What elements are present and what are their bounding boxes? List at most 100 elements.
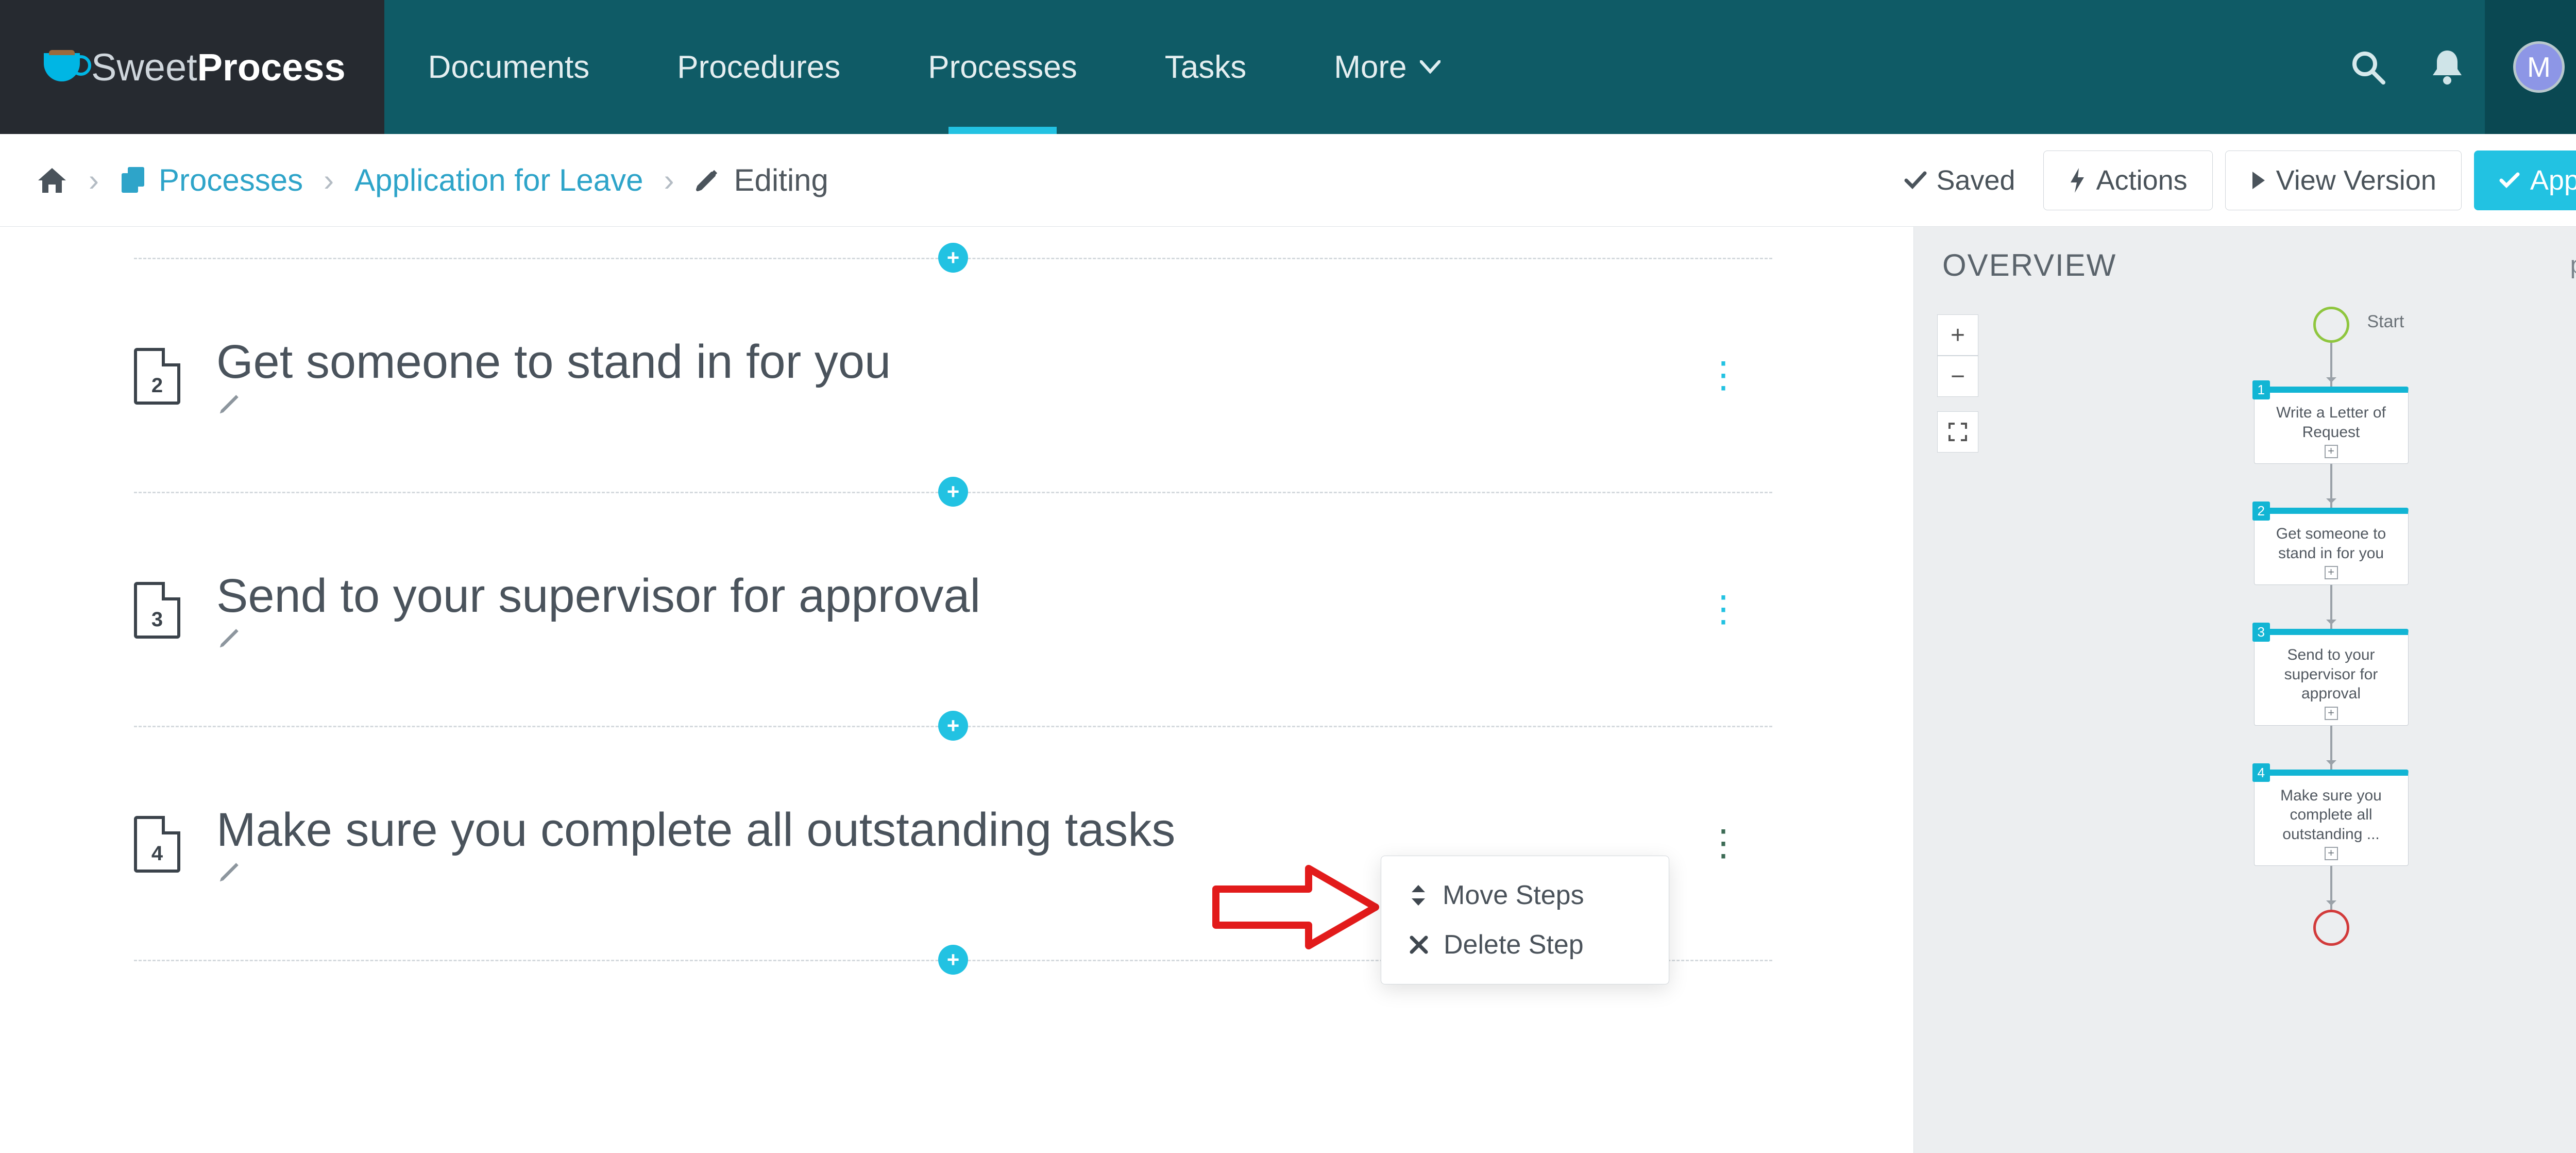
nav-documents[interactable]: Documents: [384, 0, 634, 134]
zoom-out-button[interactable]: −: [1937, 356, 1978, 397]
annotation-arrow: [1211, 861, 1381, 954]
step-title: Make sure you complete all outstanding t…: [216, 803, 1191, 885]
add-step-divider[interactable]: +: [134, 227, 1772, 289]
flow-node-num: 1: [2252, 380, 2270, 399]
flow-start-label: Start: [2367, 312, 2404, 332]
bolt-icon: [2069, 167, 2086, 194]
step-number-icon: 2: [134, 348, 180, 405]
nav-tasks[interactable]: Tasks: [1121, 0, 1290, 134]
breadcrumb: › Processes › Application for Leave › Ed…: [36, 162, 828, 198]
overview-flowchart[interactable]: Start 1 Write a Letter of Request + 2 Ge…: [2254, 307, 2409, 946]
flow-end: [2313, 910, 2349, 946]
menu-delete-step[interactable]: Delete Step: [1381, 920, 1669, 970]
step-title: Get someone to stand in for you: [216, 335, 906, 417]
fullscreen-button[interactable]: [1937, 411, 1978, 453]
move-icon: [1410, 884, 1427, 907]
flow-connector: [2330, 585, 2332, 629]
step-context-menu: Move Steps Delete Step: [1381, 856, 1669, 984]
expand-node-icon[interactable]: +: [2325, 847, 2338, 860]
flow-connector: [2330, 464, 2332, 508]
approve-button[interactable]: Approve: [2474, 151, 2576, 210]
breadcrumb-sep: ›: [324, 162, 334, 198]
plus-icon: +: [938, 477, 968, 507]
step-kebab-menu[interactable]: ⋮: [1705, 354, 1741, 396]
expand-node-icon[interactable]: +: [2325, 707, 2338, 720]
plus-icon: +: [938, 945, 968, 975]
expand-node-icon[interactable]: +: [2325, 566, 2338, 579]
nav-label: Processes: [928, 49, 1077, 86]
add-step-divider[interactable]: +: [134, 461, 1772, 523]
breadcrumb-document[interactable]: Application for Leave: [354, 162, 643, 198]
step-kebab-menu[interactable]: ⋮: [1705, 588, 1741, 630]
main: + 2 Get someone to stand in for you ⋮ + …: [0, 227, 2576, 1153]
logo-text-light: Sweet: [91, 46, 197, 89]
pencil-icon[interactable]: [216, 389, 906, 417]
step-kebab-menu[interactable]: ⋮: [1705, 822, 1741, 864]
plus-icon: +: [938, 711, 968, 741]
button-label: Actions: [2096, 164, 2188, 196]
flow-connector: [2330, 866, 2332, 910]
step-row[interactable]: 2 Get someone to stand in for you ⋮: [134, 289, 1772, 461]
zoom-in-button[interactable]: +: [1937, 314, 1978, 356]
user-menu[interactable]: M Meera: [2485, 0, 2576, 134]
pencil-icon[interactable]: [216, 623, 996, 651]
top-nav: SweetProcess Documents Procedures Proces…: [0, 0, 2576, 134]
button-label: View Version: [2276, 164, 2436, 196]
breadcrumb-sep: ›: [89, 162, 99, 198]
flow-node[interactable]: 1 Write a Letter of Request +: [2254, 387, 2409, 464]
check-icon: [2499, 172, 2520, 189]
plus-icon: +: [938, 243, 968, 273]
flow-node-num: 2: [2252, 502, 2270, 521]
expand-node-icon[interactable]: +: [2325, 445, 2338, 458]
overview-tools: print: [2570, 251, 2576, 279]
close-icon: [1410, 935, 1428, 954]
logo-text-bold: Process: [197, 46, 346, 89]
flow-node-label: Make sure you complete all outstanding .…: [2280, 787, 2382, 843]
copy-icon: [120, 166, 146, 195]
pencil-icon: [694, 168, 719, 193]
menu-move-steps[interactable]: Move Steps: [1381, 871, 1669, 920]
breadcrumb-processes[interactable]: Processes: [120, 162, 303, 198]
subheader: › Processes › Application for Leave › Ed…: [0, 134, 2576, 227]
button-label: Approve: [2530, 164, 2576, 196]
flow-node[interactable]: 4 Make sure you complete all outstanding…: [2254, 770, 2409, 866]
step-number-icon: 3: [134, 582, 180, 639]
bell-icon[interactable]: [2430, 47, 2464, 87]
menu-label: Delete Step: [1444, 929, 1584, 960]
nav-label: Documents: [428, 49, 590, 86]
play-icon: [2250, 171, 2266, 190]
logo[interactable]: SweetProcess: [0, 0, 384, 134]
nav-procedures[interactable]: Procedures: [633, 0, 884, 134]
flow-node-label: Get someone to stand in for you: [2276, 525, 2386, 562]
nav-label: Procedures: [677, 49, 840, 86]
editor: + 2 Get someone to stand in for you ⋮ + …: [0, 227, 1913, 1153]
overview-zoom: + −: [1937, 314, 1978, 453]
flow-node-label: Send to your supervisor for approval: [2284, 646, 2378, 702]
pencil-icon[interactable]: [216, 857, 1191, 885]
logo-icon: [44, 53, 80, 81]
breadcrumb-sep: ›: [664, 162, 674, 198]
flow-connector: [2330, 726, 2332, 770]
nav-label: More: [1334, 49, 1406, 86]
saved-indicator: Saved: [1904, 164, 2015, 196]
home-icon[interactable]: [36, 166, 68, 195]
flow-node[interactable]: 2 Get someone to stand in for you +: [2254, 508, 2409, 585]
step-title-text: Send to your supervisor for approval: [216, 570, 980, 622]
add-step-divider[interactable]: +: [134, 695, 1772, 757]
saved-label: Saved: [1936, 164, 2015, 196]
toolbar: Saved Actions View Version Approve: [1904, 151, 2576, 210]
flow-node[interactable]: 3 Send to your supervisor for approval +: [2254, 629, 2409, 726]
avatar: M: [2513, 41, 2565, 93]
overview-title: OVERVIEW: [1942, 247, 2116, 283]
flow-node-num: 3: [2252, 623, 2270, 642]
view-version-button[interactable]: View Version: [2225, 151, 2462, 210]
nav-more[interactable]: More: [1290, 0, 1484, 134]
print-link[interactable]: print: [2570, 251, 2576, 279]
actions-button[interactable]: Actions: [2043, 151, 2213, 210]
step-row[interactable]: 3 Send to your supervisor for approval ⋮: [134, 523, 1772, 695]
nav-processes[interactable]: Processes: [884, 0, 1121, 134]
search-icon[interactable]: [2349, 48, 2386, 86]
breadcrumb-link[interactable]: Processes: [159, 162, 303, 198]
flow-node-label: Write a Letter of Request: [2276, 404, 2386, 441]
breadcrumb-state-label: Editing: [734, 162, 828, 198]
